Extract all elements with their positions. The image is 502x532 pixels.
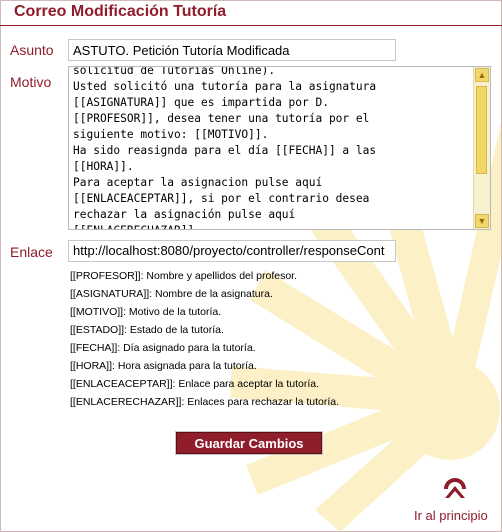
help-line-estado: [[ESTADO]]: Estado de la tutoría. — [70, 324, 224, 336]
subject-input[interactable] — [68, 39, 396, 61]
scroll-down-arrow-icon[interactable]: ▼ — [475, 214, 489, 228]
save-changes-button[interactable]: Guardar Cambios — [176, 432, 322, 454]
scroll-up-arrow-icon[interactable]: ▲ — [475, 68, 489, 82]
help-line-enlacerechazar: [[ENLACERECHAZAR]]: Enlaces para rechaza… — [70, 396, 340, 408]
help-line-hora: [[HORA]]: Hora asignada para la tutoría. — [70, 360, 257, 372]
page-title: Correo Modificación Tutoría — [14, 3, 227, 20]
link-label: Enlace — [10, 244, 53, 260]
help-line-profesor: [[PROFESOR]]: Nombre y apellidos del pro… — [70, 270, 298, 282]
message-text: solicitud de Tutorías Online). Usted sol… — [73, 66, 377, 229]
placeholder-help-list: [[PROFESOR]]: Nombre y apellidos del pro… — [70, 270, 400, 414]
reason-label: Motivo — [10, 74, 52, 90]
message-textarea[interactable]: solicitud de Tutorías Online). Usted sol… — [68, 66, 491, 230]
title-divider — [0, 25, 502, 26]
up-arrow-icon — [444, 478, 466, 498]
help-line-enlaceaceptar: [[ENLACEACEPTAR]]: Enlace para aceptar l… — [70, 378, 320, 390]
back-to-top-label: Ir al principio — [414, 508, 488, 523]
help-line-asignatura: [[ASIGNATURA]]: Nombre de la asignatura. — [70, 288, 273, 300]
scrollbar-thumb[interactable] — [476, 86, 487, 174]
help-line-fecha: [[FECHA]]: Día asignado para la tutoría. — [70, 342, 256, 354]
back-to-top-link[interactable]: Ir al principio — [414, 476, 496, 523]
help-line-motivo: [[MOTIVO]]: Motivo de la tutoría. — [70, 306, 222, 318]
subject-label: Asunto — [10, 42, 54, 58]
message-scrollbar[interactable]: ▲ ▼ — [473, 67, 490, 229]
link-input[interactable]: http://localhost:8080/proyecto/controlle… — [68, 240, 396, 262]
